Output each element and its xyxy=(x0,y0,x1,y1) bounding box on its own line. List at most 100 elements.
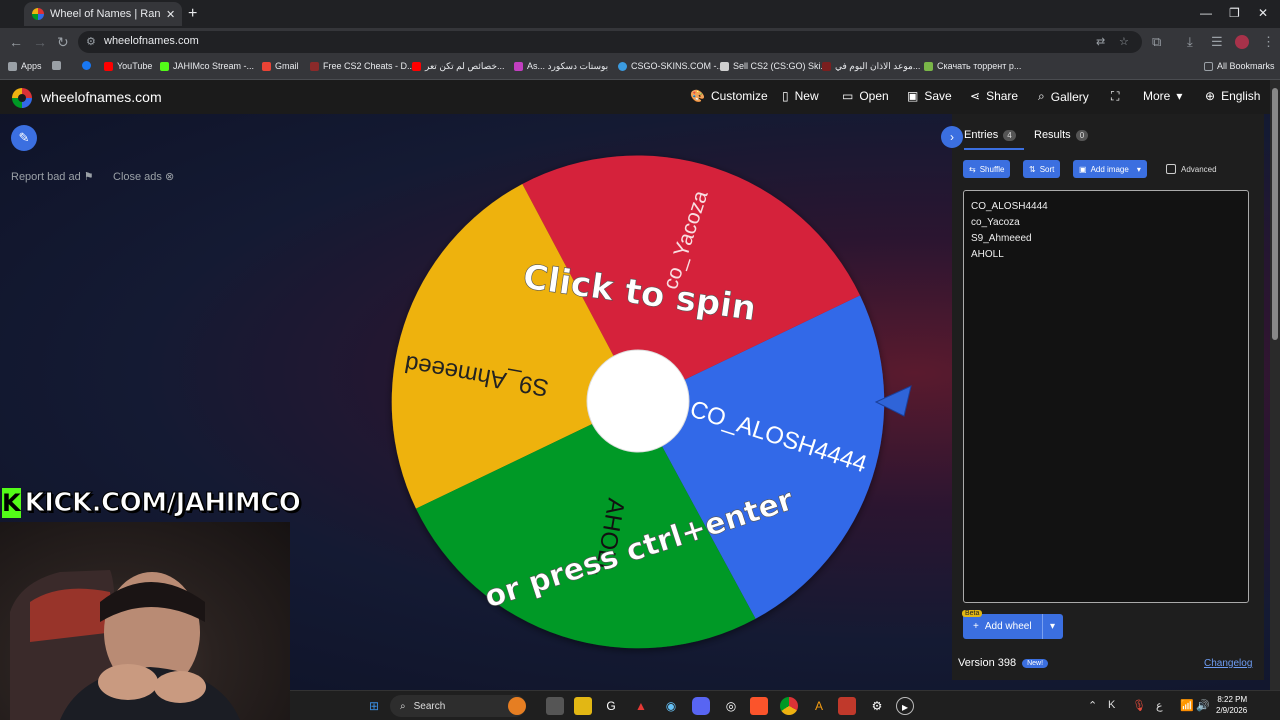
wheel-logo-icon[interactable] xyxy=(12,88,32,108)
media-play-icon[interactable]: ▸ xyxy=(896,697,914,715)
tab-entries[interactable]: Entries 4 xyxy=(964,129,1016,141)
new-button[interactable]: ▯ New xyxy=(782,89,819,103)
active-tab-indicator xyxy=(964,148,1024,150)
restore-icon[interactable]: ❐ xyxy=(1229,6,1240,20)
tab-search-icon[interactable]: ☰ xyxy=(1211,34,1223,50)
bookmark-facebook[interactable] xyxy=(82,61,95,70)
windows-taskbar: ⊞ ⌕ Search G ▲ ◉ ◎ A ⚙ ▸ ⌃ K 🎙 ع 📶 🔊 8:22… xyxy=(290,690,1280,720)
search-label: Search xyxy=(413,700,446,712)
address-bar[interactable]: ⚙ wheelofnames.com ⇄ ☆ xyxy=(78,31,1142,53)
open-button[interactable]: ▭ Open xyxy=(842,89,889,103)
url-text: wheelofnames.com xyxy=(104,35,199,47)
bookmark-label: As... بوستات دسكورد xyxy=(527,61,609,71)
bookmark-grid[interactable] xyxy=(52,61,65,70)
entry-line: S9_Ahmeeed xyxy=(971,233,1032,244)
taskbar-clock[interactable]: 8:22 PM 2/9/2026 xyxy=(1216,694,1247,716)
reload-icon[interactable]: ↻ xyxy=(57,34,69,51)
bookmark-gmail[interactable]: Gmail xyxy=(262,61,299,71)
close-window-icon[interactable]: ✕ xyxy=(1258,6,1268,20)
extensions-icon[interactable]: ⧉ xyxy=(1152,34,1161,50)
bookmark-youtube[interactable]: YouTube xyxy=(104,61,152,71)
language-button[interactable]: ⊕ English xyxy=(1205,89,1260,103)
add-wheel-main[interactable]: + Add wheel xyxy=(963,614,1043,639)
tray-network-icon[interactable]: 📶 xyxy=(1180,699,1194,712)
bookmark-star-icon[interactable]: ☆ xyxy=(1119,35,1129,48)
brave-icon[interactable] xyxy=(750,697,768,715)
edit-pencil-icon[interactable]: ✎ xyxy=(11,125,37,151)
checkbox-icon[interactable] xyxy=(1166,164,1176,174)
chevron-right-icon[interactable]: › xyxy=(941,126,963,148)
share-button[interactable]: ⋖ Share xyxy=(970,89,1018,103)
profile-avatar[interactable] xyxy=(1235,35,1249,49)
report-bad-ad-link[interactable]: Report bad ad ⚑ xyxy=(11,170,94,183)
triangle-app-icon[interactable]: ▲ xyxy=(632,697,650,715)
translate-icon[interactable]: ⇄ xyxy=(1096,35,1105,48)
menu-label: Share xyxy=(986,89,1019,103)
sort-button[interactable]: ⇅ Sort xyxy=(1023,160,1061,178)
download-icon[interactable]: ⤓ xyxy=(1187,34,1193,50)
chrome-icon[interactable] xyxy=(780,697,798,715)
shuffle-button[interactable]: ⇆ Shuffle xyxy=(963,160,1011,178)
back-icon[interactable]: ← xyxy=(9,34,23,50)
all-bookmarks[interactable]: All Bookmarks xyxy=(1204,61,1275,71)
file-explorer-icon[interactable] xyxy=(574,697,592,715)
sort-icon: ⇅ xyxy=(1029,164,1036,174)
tray-volume-icon[interactable]: 🔊 xyxy=(1196,699,1210,712)
bookmark-torrent[interactable]: Скачать торрент р... xyxy=(924,61,1021,71)
add-image-button[interactable]: ▣ Add image ▾ xyxy=(1073,160,1147,178)
entries-textarea[interactable]: CO_ALOSH4444 co_Yacoza S9_Ahmeeed AHOLL xyxy=(963,190,1249,603)
chevron-down-icon[interactable]: ▾ xyxy=(1043,621,1063,632)
site-name[interactable]: wheelofnames.com xyxy=(41,89,162,105)
palette-icon: 🎨 xyxy=(690,89,705,103)
bookmark-prayer-times[interactable]: موعد الاذان اليوم في... xyxy=(822,61,920,72)
app-circle-icon[interactable]: ◎ xyxy=(722,697,740,715)
app-red-icon[interactable] xyxy=(838,697,856,715)
browser-menu-icon[interactable]: ⋮ xyxy=(1262,34,1275,50)
browser-tab[interactable]: Wheel of Names | Random nam ✕ xyxy=(24,2,182,26)
minimize-icon[interactable]: — xyxy=(1200,6,1212,20)
kick-overlay: K KICK.COM/JAHIMCO xyxy=(2,486,301,520)
task-view-icon[interactable] xyxy=(546,697,564,715)
wheel-center-hub[interactable] xyxy=(586,349,690,453)
steam-icon[interactable]: ◉ xyxy=(662,697,680,715)
site-info-icon[interactable]: ⚙ xyxy=(86,35,96,48)
fullscreen-button[interactable]: ⛶ xyxy=(1111,89,1119,104)
app-g-icon[interactable]: G xyxy=(602,697,620,715)
image-icon: ▣ xyxy=(1079,164,1087,174)
gallery-button[interactable]: ⌕ Gallery xyxy=(1038,89,1089,104)
customize-button[interactable]: 🎨 Customize xyxy=(690,89,768,103)
widget-icon[interactable] xyxy=(508,697,526,715)
add-wheel-button[interactable]: + Add wheel ▾ xyxy=(963,614,1063,639)
bookmark-discord-posts[interactable]: As... بوستات دسكورد xyxy=(514,61,608,72)
bookmark-sell-cs2[interactable]: Sell CS2 (CS:GO) Ski... xyxy=(720,61,828,71)
bookmark-jahimco[interactable]: JAHIMco Stream -... xyxy=(160,61,254,71)
forward-icon[interactable]: → xyxy=(33,34,47,50)
advanced-label: Advanced xyxy=(1181,164,1217,174)
save-button[interactable]: ▣ Save xyxy=(907,89,952,103)
wheel-svg[interactable]: CO_ALOSH4444 co_Yacoza S9_Ahmeeed AHOLL … xyxy=(380,146,920,658)
changelog-link[interactable]: Changelog xyxy=(1204,658,1252,669)
tray-mic-icon[interactable]: 🎙 xyxy=(1132,699,1146,712)
new-tab-icon[interactable]: + xyxy=(188,5,197,23)
tab-results[interactable]: Results 0 xyxy=(1034,129,1089,141)
close-ads-link[interactable]: Close ads ⊗ xyxy=(113,170,174,183)
discord-icon[interactable] xyxy=(692,697,710,715)
bookmark-apps[interactable]: Apps xyxy=(8,61,42,71)
tray-chevron-up-icon[interactable]: ⌃ xyxy=(1088,699,1097,712)
bookmark-csgo-skins[interactable]: CSGO-SKINS.COM -... xyxy=(618,61,724,71)
bookmark-arabic-1[interactable]: خصائص لم تكن تعر... xyxy=(412,61,505,72)
more-button[interactable]: More ▾ xyxy=(1143,89,1182,103)
page-scrollbar[interactable] xyxy=(1270,80,1280,690)
app-a-icon[interactable]: A xyxy=(810,697,828,715)
taskbar-search[interactable]: ⌕ Search xyxy=(390,695,526,717)
tray-kick-icon[interactable]: K xyxy=(1108,699,1115,711)
facebook-icon xyxy=(82,61,91,70)
close-tab-icon[interactable]: ✕ xyxy=(166,8,175,21)
wheel[interactable]: CO_ALOSH4444 co_Yacoza S9_Ahmeeed AHOLL … xyxy=(380,146,920,658)
settings-gear-icon[interactable]: ⚙ xyxy=(868,697,886,715)
tray-lang[interactable]: ع xyxy=(1156,699,1163,712)
scrollbar-thumb[interactable] xyxy=(1272,88,1278,340)
advanced-checkbox[interactable]: Advanced xyxy=(1166,164,1217,174)
bookmark-cs2-cheats[interactable]: Free CS2 Cheats - D... xyxy=(310,61,415,71)
windows-start-icon[interactable]: ⊞ xyxy=(365,697,383,715)
